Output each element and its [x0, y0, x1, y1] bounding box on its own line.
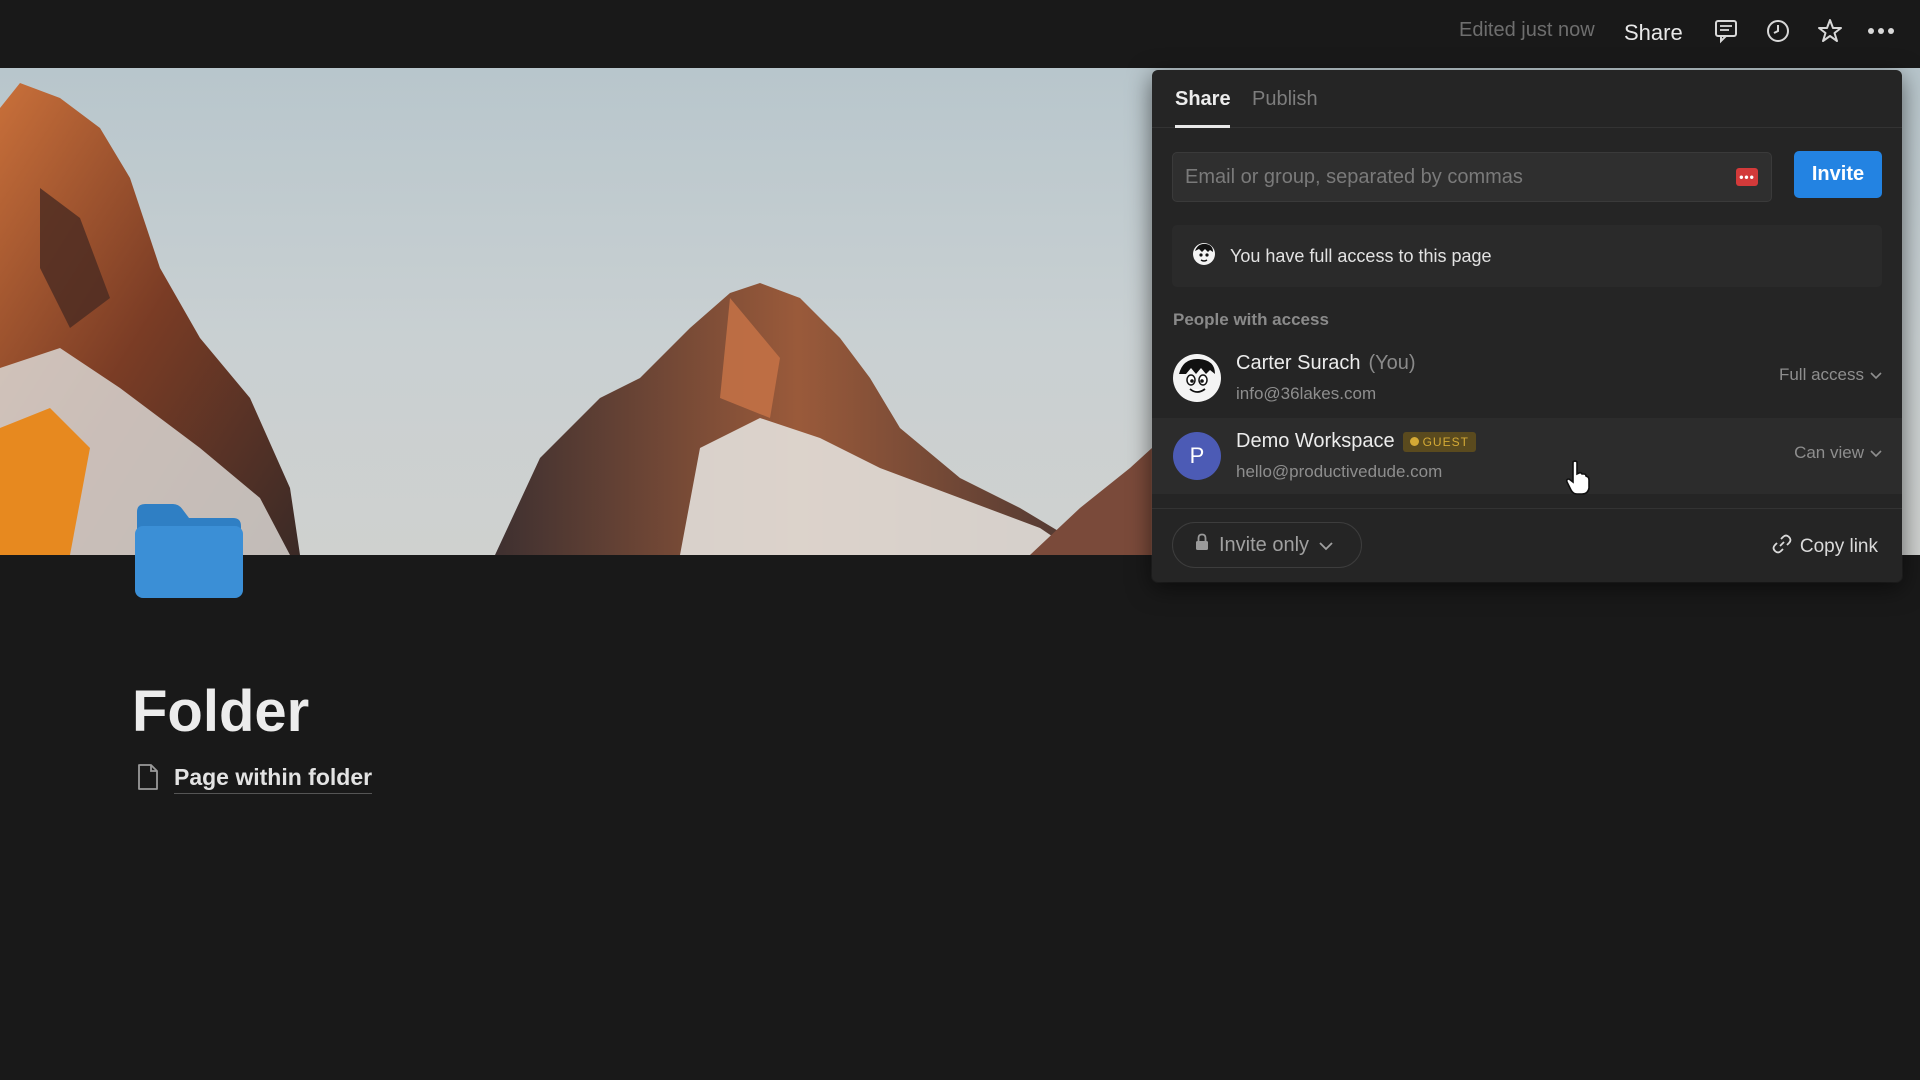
tab-active-indicator — [1175, 125, 1230, 128]
subpage-label: Page within folder — [174, 764, 373, 794]
person-row[interactable]: Carter Surach (You) info@36lakes.com Ful… — [1152, 340, 1902, 416]
comment-icon[interactable] — [1711, 16, 1741, 46]
general-access-label: Invite only — [1219, 533, 1310, 556]
people-section-label: People with access — [1173, 310, 1329, 329]
history-clock-icon[interactable] — [1763, 16, 1793, 46]
person-row[interactable]: P Demo Workspace GUEST hello@productived… — [1152, 418, 1902, 494]
link-icon — [1772, 534, 1792, 560]
cartoon-avatar-icon — [1192, 242, 1216, 271]
share-tabs: Share Publish — [1152, 70, 1902, 128]
page-title[interactable]: Folder — [132, 678, 309, 745]
password-manager-icon[interactable]: ••• — [1736, 168, 1758, 186]
invite-email-input[interactable] — [1172, 152, 1772, 202]
top-bar: Edited just now Share — [0, 0, 1920, 68]
general-access-dropdown[interactable]: Invite only — [1172, 522, 1362, 568]
permission-dropdown[interactable]: Can view — [1794, 443, 1882, 463]
person-email: hello@productivedude.com — [1236, 462, 1443, 481]
person-name: Carter Surach (You) — [1236, 352, 1416, 375]
person-email: info@36lakes.com — [1236, 384, 1377, 403]
avatar — [1173, 354, 1221, 402]
copy-link-button[interactable]: Copy link — [1772, 534, 1878, 560]
person-name: Demo Workspace GUEST — [1236, 430, 1476, 453]
edited-status: Edited just now — [1459, 19, 1595, 41]
share-button[interactable]: Share — [1624, 20, 1683, 46]
chevron-down-icon — [1319, 534, 1333, 557]
more-icon[interactable] — [1866, 16, 1896, 46]
star-icon[interactable] — [1815, 16, 1845, 46]
chevron-down-icon — [1870, 365, 1882, 385]
subpage-link[interactable]: Page within folder — [136, 762, 373, 796]
avatar: P — [1173, 432, 1221, 480]
divider — [1152, 508, 1902, 509]
folder-icon[interactable] — [133, 500, 245, 600]
person-name-text: Carter Surach — [1236, 352, 1361, 374]
access-note-text: You have full access to this page — [1230, 245, 1492, 266]
tab-publish[interactable]: Publish — [1252, 88, 1318, 111]
guest-badge: GUEST — [1402, 431, 1476, 452]
lock-icon — [1195, 533, 1209, 557]
document-icon — [136, 763, 160, 796]
permission-label: Can view — [1794, 443, 1864, 462]
permission-dropdown[interactable]: Full access — [1779, 365, 1882, 385]
guest-dot-icon — [1409, 437, 1419, 446]
chevron-down-icon — [1870, 443, 1882, 463]
invite-button[interactable]: Invite — [1794, 151, 1882, 198]
share-popover: Share Publish ••• Invite You have full a… — [1152, 70, 1902, 582]
permission-label: Full access — [1778, 365, 1864, 384]
hand-cursor-icon — [1565, 460, 1590, 496]
access-note: You have full access to this page — [1172, 225, 1882, 287]
person-name-text: Demo Workspace — [1236, 430, 1395, 452]
copy-link-label: Copy link — [1799, 536, 1878, 557]
you-label: (You) — [1368, 352, 1416, 374]
tab-share[interactable]: Share — [1175, 88, 1231, 111]
guest-badge-label: GUEST — [1422, 434, 1469, 449]
